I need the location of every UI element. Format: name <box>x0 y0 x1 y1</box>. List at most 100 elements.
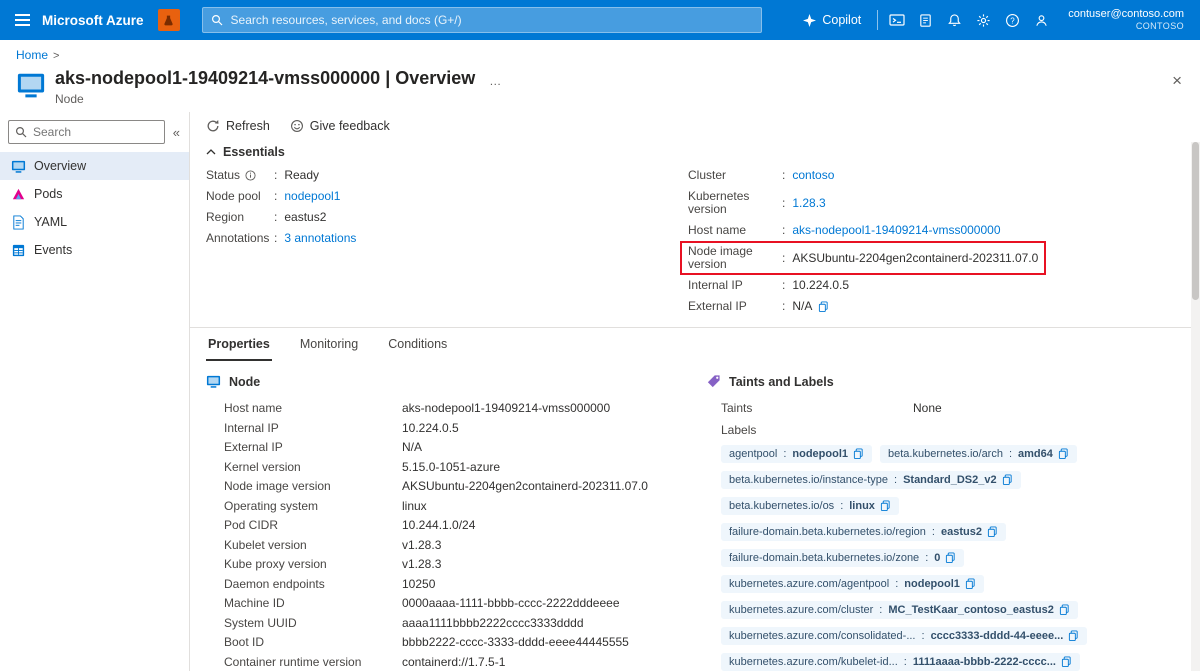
property-label: Kube proxy version <box>224 558 402 571</box>
copy-icon[interactable] <box>853 448 864 460</box>
copy-icon[interactable] <box>1059 604 1070 616</box>
label-value: linux <box>849 500 875 512</box>
label-pill: beta.kubernetes.io/instance-type : Stand… <box>721 471 1021 489</box>
sidebar-item-label: YAML <box>34 215 67 229</box>
property-row: Daemon endpoints 10250 <box>206 578 674 591</box>
copy-icon[interactable] <box>1058 448 1069 460</box>
copy-icon[interactable] <box>880 500 891 512</box>
property-label: Container runtime version <box>224 656 402 669</box>
essentials-toggle[interactable]: Essentials <box>190 142 1200 165</box>
property-label: Boot ID <box>224 636 402 649</box>
collapse-sidebar-icon[interactable]: « <box>170 125 183 140</box>
property-row: Machine ID 0000aaaa-1111-bbbb-cccc-2222d… <box>206 597 674 610</box>
property-row: Kernel version 5.15.0-1051-azure <box>206 461 674 474</box>
give-feedback-button[interactable]: Give feedback <box>290 119 390 133</box>
copy-icon[interactable] <box>1068 630 1079 642</box>
label-key: kubernetes.azure.com/consolidated-... <box>729 630 916 642</box>
separator: : <box>274 211 277 224</box>
field-value[interactable]: contoso <box>792 169 834 182</box>
topbar-divider <box>877 10 878 30</box>
help-icon[interactable]: ? <box>998 0 1027 40</box>
label-pill: kubernetes.azure.com/cluster : MC_TestKa… <box>721 601 1078 619</box>
refresh-button[interactable]: Refresh <box>206 119 270 133</box>
field-label: External IP <box>688 300 780 313</box>
copy-icon[interactable] <box>965 578 976 590</box>
sandbox-icon[interactable] <box>158 9 180 31</box>
close-icon[interactable]: × <box>1172 72 1182 89</box>
sidebar-item-pods[interactable]: Pods <box>0 180 189 208</box>
breadcrumb-home-link[interactable]: Home <box>16 48 48 62</box>
global-search-input[interactable] <box>202 7 762 33</box>
search-icon <box>15 126 27 141</box>
svg-text:?: ? <box>1011 16 1016 25</box>
property-label: Kubelet version <box>224 539 402 552</box>
main-scrollbar[interactable] <box>1191 142 1200 671</box>
flask-icon <box>162 14 175 27</box>
tab-properties[interactable]: Properties <box>206 328 272 361</box>
property-value: linux <box>402 500 427 513</box>
copy-icon[interactable] <box>945 552 956 564</box>
separator: : <box>840 500 843 512</box>
copy-icon[interactable] <box>818 301 829 313</box>
field-value: 10.224.0.5 <box>792 279 849 292</box>
property-label: System UUID <box>224 617 402 630</box>
property-row: Kubelet version v1.28.3 <box>206 539 674 552</box>
essentials-row: Internal IP : 10.224.0.5 <box>688 279 1184 292</box>
labels-pill-list: agentpool : nodepool1 beta.kubernetes.io… <box>706 445 1184 671</box>
separator: : <box>274 169 277 182</box>
essentials-title: Essentials <box>223 145 285 159</box>
label-key: beta.kubernetes.io/arch <box>888 448 1003 460</box>
separator: : <box>922 630 925 642</box>
account-menu[interactable]: contuser@contoso.com CONTOSO <box>1068 7 1184 33</box>
property-label: Machine ID <box>224 597 402 610</box>
sidebar-search-input[interactable] <box>8 120 165 144</box>
separator: : <box>932 526 935 538</box>
search-icon <box>211 14 223 29</box>
chevron-right-icon: > <box>53 50 59 62</box>
taints-label: Taints <box>721 402 913 415</box>
more-menu-icon[interactable]: … <box>489 74 502 88</box>
info-icon[interactable] <box>245 170 256 181</box>
notepad-icon[interactable] <box>911 0 940 40</box>
azure-logo[interactable]: Microsoft Azure <box>42 13 144 28</box>
label-pill: kubernetes.azure.com/agentpool : nodepoo… <box>721 575 984 593</box>
property-row: External IP N/A <box>206 441 674 454</box>
labels-label: Labels <box>721 424 913 437</box>
sidebar-item-overview[interactable]: Overview <box>0 152 189 180</box>
sidebar-item-events[interactable]: Events <box>0 236 189 264</box>
copy-icon[interactable] <box>1002 474 1013 486</box>
feedback-icon[interactable] <box>1027 0 1056 40</box>
property-value: v1.28.3 <box>402 558 441 571</box>
copy-icon[interactable] <box>987 526 998 538</box>
field-value[interactable]: 1.28.3 <box>792 197 825 210</box>
tab-conditions[interactable]: Conditions <box>386 328 449 361</box>
copilot-button[interactable]: Copilot <box>791 0 873 40</box>
essentials-row: Region : eastus2 <box>206 211 688 224</box>
field-label: Node pool <box>206 190 272 203</box>
property-row: Container runtime version containerd://1… <box>206 656 674 669</box>
tab-monitoring[interactable]: Monitoring <box>298 328 360 361</box>
sidebar-item-yaml[interactable]: YAML <box>0 208 189 236</box>
hamburger-menu-icon[interactable] <box>6 4 38 36</box>
separator: : <box>879 604 882 616</box>
settings-gear-icon[interactable] <box>969 0 998 40</box>
essentials-row: Host name : aks-nodepool1-19409214-vmss0… <box>688 224 1184 237</box>
field-value[interactable]: nodepool1 <box>284 190 340 203</box>
tag-icon <box>706 374 721 389</box>
field-value: eastus2 <box>284 211 326 224</box>
field-label: Host name <box>688 224 780 237</box>
field-value[interactable]: 3 annotations <box>284 232 356 245</box>
notifications-bell-icon[interactable] <box>940 0 969 40</box>
property-value: aaaa1111bbbb2222cccc3333dddd <box>402 617 584 630</box>
field-value[interactable]: aks-nodepool1-19409214-vmss000000 <box>792 224 1000 237</box>
property-value: 10.244.1.0/24 <box>402 519 475 532</box>
label-value: amd64 <box>1018 448 1053 460</box>
page-header: aks-nodepool1-19409214-vmss000000 | Over… <box>0 64 1200 112</box>
copy-icon[interactable] <box>1061 656 1072 668</box>
node-icon <box>16 70 46 100</box>
scrollbar-thumb[interactable] <box>1192 142 1199 300</box>
separator: : <box>782 224 785 237</box>
cloud-shell-icon[interactable] <box>882 0 911 40</box>
property-value: aks-nodepool1-19409214-vmss000000 <box>402 402 610 415</box>
node-properties-section: Node Host name aks-nodepool1-19409214-vm… <box>206 374 674 671</box>
